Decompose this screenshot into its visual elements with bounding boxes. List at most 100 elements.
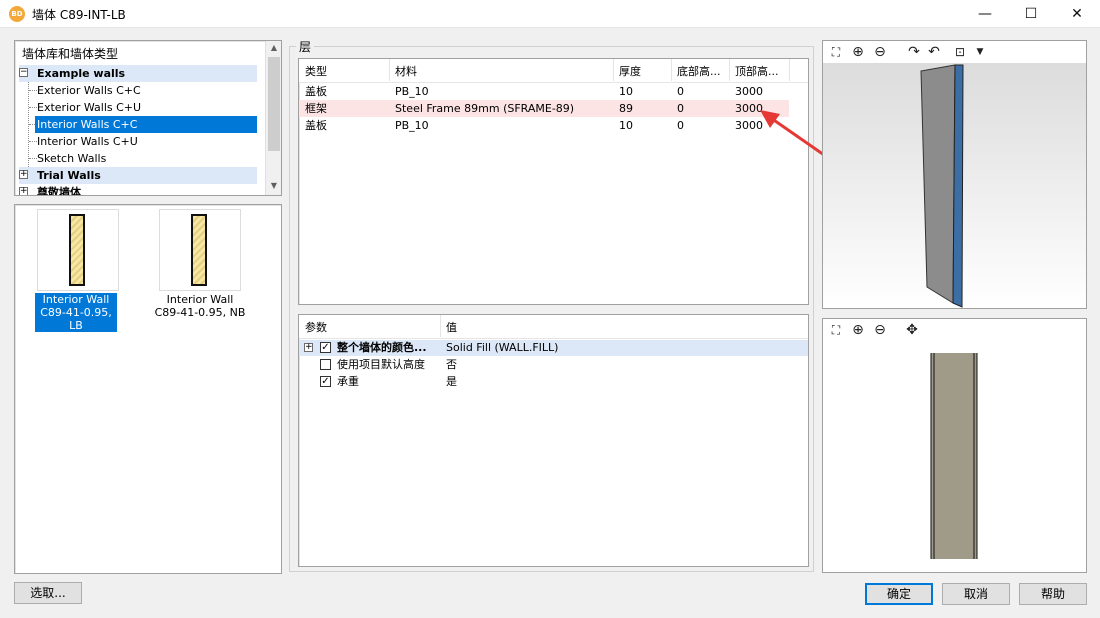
wall-section-icon (69, 214, 85, 286)
thumbnail-label-lb[interactable]: Interior Wall C89-41-0.95, LB (35, 293, 117, 332)
tree-item-label: 尊敬墙体 (37, 186, 81, 195)
cancel-button[interactable]: 取消 (942, 583, 1010, 605)
cell-type[interactable]: 盖板 (305, 83, 327, 100)
layers-group-label: 层 (296, 38, 315, 55)
column-header-thickness[interactable]: 厚度 (619, 63, 641, 80)
select-button[interactable]: 选取... (14, 582, 82, 604)
zoom-out-icon[interactable]: ⊖ (871, 43, 889, 61)
cell-bottom[interactable]: 0 (677, 83, 684, 100)
column-header-type[interactable]: 类型 (305, 63, 327, 80)
wall-3d-model (920, 64, 964, 308)
rotate-left-icon[interactable]: ↷ (905, 43, 923, 61)
cell-bottom[interactable]: 0 (677, 117, 684, 134)
zoom-in-icon[interactable]: ⊕ (849, 43, 867, 61)
column-separator (789, 59, 790, 81)
cell-thickness[interactable]: 10 (619, 83, 633, 100)
maximize-button[interactable]: ☐ (1008, 0, 1054, 28)
param-label: 承重 (337, 375, 359, 388)
thumbnail-line2: C89-41-0.95, LB (40, 306, 112, 332)
column-header-parameter[interactable]: 参数 (305, 319, 327, 336)
tree-item-sketch-walls[interactable]: Sketch Walls (37, 150, 106, 167)
expand-icon[interactable]: + (304, 343, 313, 352)
cell-material[interactable]: PB_10 (395, 83, 429, 100)
parameters-table[interactable]: 参数 值 + ✓ 整个墙体的颜色... Solid Fill (WALL.FIL… (298, 314, 809, 567)
parameters-table-header: 参数 值 (299, 315, 808, 339)
wall-thumbnail-nb[interactable] (159, 209, 241, 291)
close-button[interactable]: ✕ (1054, 0, 1100, 28)
zoom-fit-icon[interactable]: ⛶ (827, 43, 845, 61)
tree-scrollbar[interactable]: ▲ ▼ (265, 41, 281, 195)
tree-connector (29, 90, 37, 91)
cell-type[interactable]: 盖板 (305, 117, 327, 134)
tree-item-label: Sketch Walls (37, 152, 107, 165)
checkbox-unchecked-icon[interactable] (320, 359, 331, 370)
scroll-down-icon[interactable]: ▼ (266, 181, 282, 190)
expand-icon[interactable]: + (19, 187, 28, 195)
column-header-value[interactable]: 值 (446, 319, 457, 336)
tree-connector (29, 107, 37, 108)
dropdown-arrow-icon[interactable]: ▼ (971, 43, 989, 61)
rotate-right-icon[interactable]: ↶ (925, 43, 943, 61)
column-header-top[interactable]: 顶部高... (735, 63, 787, 80)
wall-library-tree[interactable]: 墙体库和墙体类型 − Example walls Exterior Walls … (14, 40, 282, 196)
tree-item-other-walls[interactable]: + 尊敬墙体 (19, 184, 257, 195)
preview-3d-viewport[interactable] (823, 63, 1086, 308)
tree-body: − Example walls Exterior Walls C+C Exter… (19, 65, 265, 195)
tree-item-interior-walls-cu[interactable]: Interior Walls C+U (37, 133, 138, 150)
checkbox-checked-icon[interactable]: ✓ (320, 376, 331, 387)
tree-item-label: Exterior Walls C+U (37, 101, 142, 114)
param-value[interactable]: 是 (446, 373, 457, 390)
tree-connector (29, 141, 37, 142)
tree-item-interior-walls-cc[interactable]: Interior Walls C+C (35, 116, 257, 133)
title-bar (0, 0, 1100, 28)
tree-item-trial-walls[interactable]: + Trial Walls (19, 167, 257, 184)
wall-type-thumbnails[interactable]: Interior Wall C89-41-0.95, LB Interior W… (14, 204, 282, 574)
preview-section-viewport[interactable] (823, 341, 1086, 572)
tree-header: 墙体库和墙体类型 (22, 47, 119, 61)
zoom-out-icon[interactable]: ⊖ (871, 321, 889, 339)
cell-thickness[interactable]: 89 (619, 100, 633, 117)
zoom-in-icon[interactable]: ⊕ (849, 321, 867, 339)
tree-item-label: Interior Walls C+C (37, 118, 138, 131)
cell-type[interactable]: 框架 (305, 100, 327, 117)
thumbnail-line2: C89-41-0.95, NB (154, 306, 246, 319)
cell-bottom[interactable]: 0 (677, 100, 684, 117)
thumbnail-line1: Interior Wall (166, 293, 234, 306)
minimize-button[interactable]: — (962, 0, 1008, 28)
tree-item-label: Interior Walls C+U (37, 135, 138, 148)
tree-item-example-walls[interactable]: − Example walls (19, 65, 257, 82)
cell-thickness[interactable]: 10 (619, 117, 633, 134)
help-button[interactable]: 帮助 (1019, 583, 1087, 605)
app-icon: BD (9, 6, 25, 22)
cell-material[interactable]: PB_10 (395, 117, 429, 134)
tree-item-exterior-walls-cc[interactable]: Exterior Walls C+C (37, 82, 141, 99)
wall-thumbnail-lb[interactable] (37, 209, 119, 291)
cell-top[interactable]: 3000 (735, 83, 763, 100)
wall-section-model (930, 353, 978, 559)
cell-material[interactable]: Steel Frame 89mm (SFRAME-89) (395, 100, 574, 117)
layers-table[interactable]: 类型 材料 厚度 底部高... 顶部高... 盖板 PB_10 10 0 300… (298, 58, 809, 305)
scroll-thumb[interactable] (268, 57, 280, 151)
tree-item-label: Example walls (37, 67, 126, 80)
scroll-up-icon[interactable]: ▲ (266, 43, 282, 52)
column-header-material[interactable]: 材料 (395, 63, 417, 80)
ok-button[interactable]: 确定 (865, 583, 933, 605)
preview-3d-panel: ⛶ ⊕ ⊖ ↷ ↶ ⊡ ▼ (822, 40, 1087, 309)
column-separator (613, 59, 614, 81)
param-label: 使用项目默认高度 (337, 358, 425, 371)
window-title: 墙体 C89-INT-LB (32, 8, 126, 22)
thumbnail-label-nb[interactable]: Interior Wall C89-41-0.95, NB (153, 293, 247, 319)
param-value[interactable]: 否 (446, 356, 457, 373)
param-value[interactable]: Solid Fill (WALL.FILL) (446, 339, 558, 356)
expand-icon[interactable]: + (19, 170, 28, 179)
tree-item-label: Exterior Walls C+C (37, 84, 141, 97)
column-header-bottom[interactable]: 底部高... (677, 63, 727, 80)
view-options-icon[interactable]: ⊡ (951, 43, 969, 61)
layers-table-header: 类型 材料 厚度 底部高... 顶部高... (299, 59, 808, 83)
tree-item-exterior-walls-cu[interactable]: Exterior Walls C+U (37, 99, 141, 116)
checkbox-checked-icon[interactable]: ✓ (320, 342, 331, 353)
zoom-fit-icon[interactable]: ⛶ (827, 321, 845, 339)
pan-icon[interactable]: ✥ (903, 321, 921, 339)
collapse-icon[interactable]: − (19, 68, 28, 77)
tree-connector (29, 158, 37, 159)
